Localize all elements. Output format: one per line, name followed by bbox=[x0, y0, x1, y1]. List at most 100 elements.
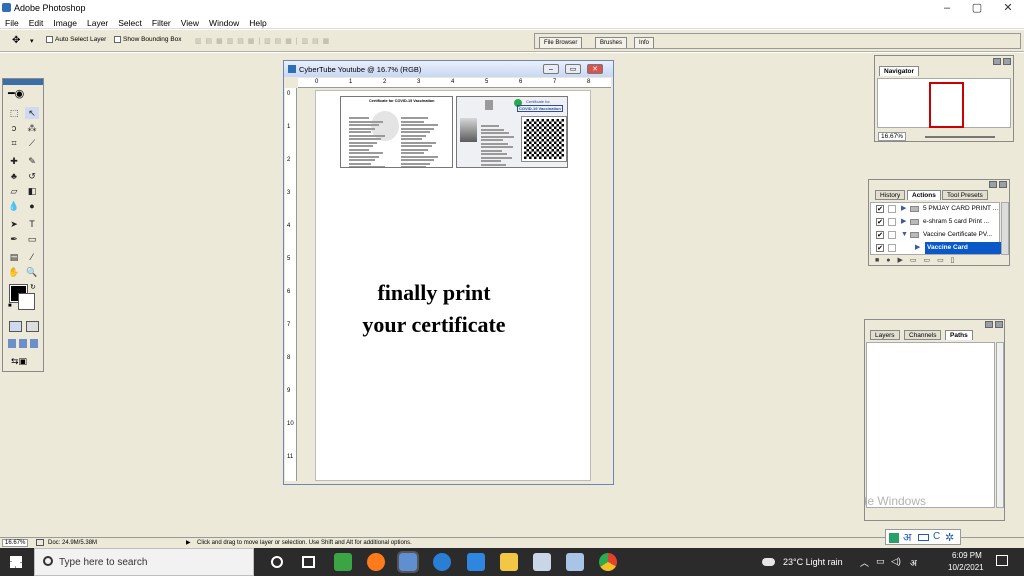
menu-file[interactable]: File bbox=[0, 16, 24, 28]
swap-colors-icon[interactable]: ↻ bbox=[30, 283, 36, 291]
tab-brushes[interactable]: Brushes bbox=[595, 37, 628, 48]
edge-app-icon[interactable] bbox=[433, 553, 451, 571]
menu-help[interactable]: Help bbox=[244, 16, 271, 28]
marquee-tool-icon[interactable]: ⬚ bbox=[7, 107, 21, 119]
keyboard-icon[interactable] bbox=[918, 534, 929, 541]
tool-preset-dropdown[interactable]: ▾ bbox=[30, 37, 34, 45]
weather-text[interactable]: 23°C Light rain bbox=[783, 557, 843, 567]
document-minimize-button[interactable]: – bbox=[543, 64, 559, 74]
navigator-close-icon[interactable] bbox=[1003, 58, 1011, 65]
navigator-zoom-slider[interactable] bbox=[925, 136, 995, 138]
mail-app-icon[interactable] bbox=[566, 553, 584, 571]
action-check[interactable]: ✔ bbox=[876, 231, 884, 239]
bounding-box-option[interactable]: Show Bounding Box bbox=[114, 36, 182, 43]
document-restore-button[interactable]: ▭ bbox=[565, 64, 581, 74]
dialog-toggle[interactable] bbox=[888, 231, 896, 239]
firefox-app-icon[interactable] bbox=[367, 553, 385, 571]
move-tool-button-icon[interactable]: ↖ bbox=[25, 107, 39, 119]
taskbar-search[interactable]: Type here to search bbox=[34, 548, 254, 576]
hand-tool-icon[interactable]: ✋ bbox=[7, 266, 21, 278]
shape-tool-icon[interactable]: ▭ bbox=[25, 233, 39, 245]
expand-arrow-icon[interactable]: ▼ bbox=[901, 229, 908, 241]
layers-minimize-icon[interactable] bbox=[985, 321, 993, 328]
dialog-toggle[interactable] bbox=[888, 244, 896, 252]
chrome-app-icon[interactable] bbox=[599, 553, 617, 571]
clone-stamp-tool-icon[interactable]: ♣ bbox=[7, 170, 21, 182]
action-set-row[interactable]: ✔ ▶ e-shram 5 card Print ... bbox=[873, 216, 1001, 228]
healing-brush-tool-icon[interactable]: ✚ bbox=[7, 155, 21, 167]
tab-channels[interactable]: Channels bbox=[904, 330, 942, 340]
action-check[interactable]: ✔ bbox=[876, 218, 884, 226]
document-canvas[interactable]: Certificate for COVID-19 Vaccination Cer… bbox=[315, 90, 591, 481]
notification-icon[interactable] bbox=[996, 555, 1008, 566]
doc-size-icon[interactable] bbox=[36, 539, 44, 546]
expand-arrow-icon[interactable]: ▶ bbox=[915, 242, 920, 254]
auto-select-checkbox[interactable] bbox=[46, 36, 53, 43]
cortana-circle-icon[interactable] bbox=[271, 556, 283, 568]
dodge-tool-icon[interactable]: ● bbox=[25, 200, 39, 212]
document-close-button[interactable]: ✕ bbox=[587, 64, 603, 74]
history-brush-tool-icon[interactable]: ↺ bbox=[25, 170, 39, 182]
zoom-tool-icon[interactable]: 🔍 bbox=[25, 266, 39, 278]
tab-layers[interactable]: Layers bbox=[870, 330, 900, 340]
clock-date[interactable]: 10/2/2021 bbox=[948, 563, 984, 572]
menu-filter[interactable]: Filter bbox=[147, 16, 176, 28]
language-bar-app-icon[interactable] bbox=[889, 533, 899, 543]
brush-tool-icon[interactable]: ✎ bbox=[25, 155, 39, 167]
status-zoom[interactable]: 16.67% bbox=[2, 539, 29, 547]
action-check[interactable]: ✔ bbox=[876, 244, 884, 252]
navigator-zoom-value[interactable]: 16.67% bbox=[878, 132, 907, 141]
screen-mode-buttons[interactable] bbox=[8, 339, 40, 348]
paths-scrollbar[interactable] bbox=[996, 342, 1004, 508]
expand-arrow-icon[interactable]: ▶ bbox=[901, 216, 906, 228]
slice-tool-icon[interactable]: ⟋ bbox=[25, 137, 39, 149]
standard-mode-button[interactable] bbox=[9, 321, 22, 332]
language-bar-c[interactable]: C bbox=[933, 531, 940, 542]
default-colors-icon[interactable]: ■ bbox=[8, 303, 12, 309]
tab-navigator[interactable]: Navigator bbox=[879, 66, 919, 76]
network-icon[interactable]: ▭ bbox=[876, 556, 885, 567]
action-set-row[interactable]: ✔ ▼ Vaccine Certificate PV... bbox=[873, 229, 1001, 241]
type-tool-icon[interactable]: T bbox=[25, 218, 39, 230]
actions-scrollbar[interactable] bbox=[1001, 202, 1009, 255]
menu-layer[interactable]: Layer bbox=[82, 16, 113, 28]
navigator-minimize-icon[interactable] bbox=[993, 58, 1001, 65]
quick-mask-button[interactable] bbox=[26, 321, 39, 332]
tab-info[interactable]: Info bbox=[634, 37, 655, 48]
magic-wand-tool-icon[interactable]: ⁂ bbox=[25, 122, 39, 134]
crop-tool-icon[interactable]: ⌗ bbox=[7, 137, 21, 149]
ime-language-icon[interactable]: अ bbox=[910, 556, 917, 569]
camtasia-app-icon[interactable] bbox=[334, 553, 352, 571]
tab-actions[interactable]: Actions bbox=[907, 190, 941, 200]
show-hidden-icons-icon[interactable]: ︿ bbox=[860, 556, 869, 569]
dialog-toggle[interactable] bbox=[888, 218, 896, 226]
windows-logo-icon[interactable] bbox=[10, 556, 22, 568]
language-bar-ime[interactable]: अ bbox=[903, 530, 911, 545]
menu-view[interactable]: View bbox=[176, 16, 204, 28]
action-set-row[interactable]: ✔ ▶ 5 PMJAY CARD PRINT ... bbox=[873, 203, 1001, 215]
pen-tool-icon[interactable]: ✒ bbox=[7, 233, 21, 245]
path-selection-tool-icon[interactable]: ➤ bbox=[7, 218, 21, 230]
layers-close-icon[interactable] bbox=[995, 321, 1003, 328]
maximize-button[interactable]: ▢ bbox=[962, 0, 992, 16]
gradient-tool-icon[interactable]: ◧ bbox=[25, 185, 39, 197]
action-check[interactable]: ✔ bbox=[876, 205, 884, 213]
photoshop-taskbar-icon[interactable] bbox=[397, 551, 419, 573]
menu-edit[interactable]: Edit bbox=[24, 16, 49, 28]
settings-gear-icon[interactable]: ✲ bbox=[945, 531, 954, 544]
menu-window[interactable]: Window bbox=[204, 16, 244, 28]
volume-icon[interactable]: ◁) bbox=[891, 556, 901, 567]
bounding-box-checkbox[interactable] bbox=[114, 36, 121, 43]
expand-arrow-icon[interactable]: ▶ bbox=[901, 203, 906, 215]
store-app-icon[interactable] bbox=[467, 553, 485, 571]
status-arrow-icon[interactable]: ▶ bbox=[186, 539, 191, 546]
auto-select-layer-option[interactable]: Auto Select Layer bbox=[46, 36, 106, 43]
menu-image[interactable]: Image bbox=[48, 16, 82, 28]
menu-select[interactable]: Select bbox=[113, 16, 147, 28]
weather-cloud-icon[interactable] bbox=[762, 558, 775, 566]
notes-tool-icon[interactable]: ▤ bbox=[7, 251, 21, 263]
tab-history[interactable]: History bbox=[875, 190, 906, 200]
file-explorer-icon[interactable] bbox=[500, 553, 518, 571]
dialog-toggle[interactable] bbox=[888, 205, 896, 213]
actions-minimize-icon[interactable] bbox=[989, 181, 997, 188]
